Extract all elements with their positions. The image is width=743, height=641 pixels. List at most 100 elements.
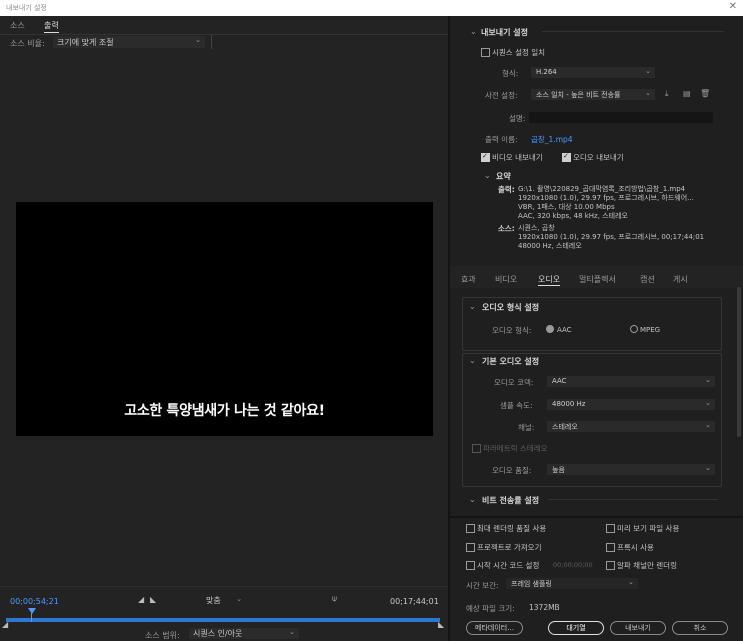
start-tc-value[interactable]: 00;00;00;00 bbox=[553, 561, 593, 569]
format-label: 형식: bbox=[502, 69, 519, 78]
chevron-down-icon: ⌄ bbox=[289, 628, 295, 636]
video-preview: 고소한 특양냄새가 나는 것 같아요! bbox=[16, 202, 433, 436]
save-preset-icon[interactable]: ⤓ bbox=[665, 89, 669, 99]
collapse-icon[interactable]: ⌄ bbox=[484, 171, 491, 180]
codec-value: AAC bbox=[552, 377, 567, 385]
preset-dropdown[interactable]: 소스 일치 - 높은 비트 전송률 ⌄ bbox=[531, 89, 655, 100]
metadata-button[interactable]: 메타데이터... bbox=[466, 621, 523, 635]
sample-rate-value: 48000 Hz bbox=[552, 400, 586, 408]
source-range-dropdown[interactable]: 시퀀스 인/아웃 ⌄ bbox=[189, 628, 299, 639]
collapse-icon[interactable]: ⌄ bbox=[469, 302, 476, 311]
export-button[interactable]: 내보내기 bbox=[610, 621, 666, 635]
quality-label: 오디오 품질: bbox=[492, 466, 532, 475]
match-sequence-checkbox[interactable] bbox=[481, 48, 490, 57]
tab-effects[interactable]: 효과 bbox=[461, 274, 476, 285]
export-video-checkbox[interactable] bbox=[481, 152, 490, 162]
start-tc-label: 시작 시간 코드 설정 bbox=[477, 561, 540, 570]
alpha-only-checkbox[interactable] bbox=[606, 561, 615, 570]
parametric-stereo-checkbox[interactable] bbox=[472, 444, 481, 453]
source-range-label: 소스 범위: bbox=[145, 631, 180, 640]
playhead-line bbox=[31, 613, 32, 622]
collapse-icon[interactable]: ⌄ bbox=[469, 356, 476, 365]
timeline-bar[interactable] bbox=[6, 618, 440, 622]
quality-value: 높음 bbox=[552, 466, 565, 474]
chevron-down-icon: ⌄ bbox=[195, 36, 201, 44]
radio-mpeg-label: MPEG bbox=[640, 326, 661, 334]
source-range-value: 시퀀스 인/아웃 bbox=[193, 629, 243, 638]
export-audio-label: 오디오 내보내기 bbox=[573, 153, 624, 162]
chevron-down-icon: ⌄ bbox=[705, 421, 711, 429]
close-icon[interactable]: ✕ bbox=[729, 1, 737, 12]
playhead[interactable] bbox=[28, 608, 36, 614]
delete-preset-icon[interactable]: 🗑 bbox=[700, 89, 710, 98]
out-point-icon[interactable]: ◣ bbox=[438, 620, 444, 629]
match-sequence-label: 시퀀스 설정 일치 bbox=[492, 48, 546, 57]
audio-format-label: 오디오 형식: bbox=[492, 326, 532, 335]
divider bbox=[548, 499, 718, 500]
chevron-down-icon: ⌄ bbox=[705, 464, 711, 472]
time-interp-dropdown[interactable]: 프레임 샘플링 ⌄ bbox=[506, 578, 638, 589]
collapse-icon[interactable]: ⌄ bbox=[469, 495, 476, 504]
sample-rate-label: 샘플 속도: bbox=[500, 401, 533, 410]
output-name-label: 출력 이름: bbox=[485, 135, 518, 144]
settings-scrollbar[interactable] bbox=[737, 287, 741, 437]
time-interp-value: 프레임 샘플링 bbox=[511, 580, 552, 588]
summary-source-label: 소스: bbox=[498, 224, 515, 233]
tab-source[interactable]: 소스 bbox=[10, 20, 25, 31]
import-preset-icon[interactable]: ▤ bbox=[683, 89, 691, 98]
comment-label: 설명: bbox=[509, 114, 526, 123]
in-point-icon[interactable]: ◢ bbox=[2, 620, 8, 629]
tab-video[interactable]: 비디오 bbox=[495, 274, 517, 285]
tab-multiplexer[interactable]: 멀티플렉서 bbox=[579, 274, 616, 285]
divider bbox=[450, 516, 743, 518]
file-size-label: 예상 파일 크기: bbox=[466, 604, 515, 613]
output-name-link[interactable]: 곱창_1.mp4 bbox=[531, 134, 573, 145]
format-value: H.264 bbox=[536, 68, 557, 76]
use-proxy-label: 프록시 사용 bbox=[617, 543, 654, 552]
mark-out-icon[interactable]: ◣ bbox=[150, 595, 156, 604]
radio-mpeg[interactable] bbox=[630, 325, 638, 333]
current-timecode[interactable]: 00;00;54;21 bbox=[10, 597, 59, 606]
source-scale-dropdown[interactable]: 크기에 맞게 조절 ⌄ bbox=[53, 36, 205, 48]
max-render-label: 최대 렌더링 품질 사용 bbox=[477, 524, 547, 533]
radio-aac[interactable] bbox=[546, 325, 554, 333]
divider bbox=[0, 586, 448, 587]
chevron-down-icon: ⌄ bbox=[645, 67, 651, 75]
collapse-icon[interactable]: ⌄ bbox=[470, 27, 477, 36]
title-bar: 내보내기 설정 ✕ bbox=[0, 0, 743, 16]
use-previews-checkbox[interactable] bbox=[606, 524, 615, 533]
mark-in-icon[interactable]: ◢ bbox=[138, 595, 144, 604]
start-tc-checkbox[interactable] bbox=[466, 561, 475, 570]
chevron-down-icon: ⌄ bbox=[705, 376, 711, 384]
tab-output[interactable]: 출력 bbox=[44, 20, 59, 33]
queue-button[interactable]: 대기열 bbox=[548, 621, 604, 635]
cancel-button[interactable]: 취소 bbox=[672, 621, 728, 635]
max-render-checkbox[interactable] bbox=[466, 524, 475, 533]
export-audio-checkbox[interactable] bbox=[562, 152, 571, 162]
import-project-label: 프로젝트로 가져오기 bbox=[477, 543, 542, 552]
time-interp-label: 시간 보간: bbox=[466, 581, 499, 590]
format-dropdown[interactable]: H.264 ⌄ bbox=[531, 67, 655, 78]
tab-publish[interactable]: 게시 bbox=[673, 274, 688, 285]
use-previews-label: 미리 보기 파일 사용 bbox=[617, 524, 680, 533]
source-scale-label: 소스 비율: bbox=[10, 39, 45, 48]
codec-dropdown[interactable]: AAC ⌄ bbox=[547, 376, 715, 387]
tab-captions[interactable]: 캡션 bbox=[640, 274, 655, 285]
window-title: 내보내기 설정 bbox=[6, 4, 47, 12]
quality-dropdown[interactable]: 높음 ⌄ bbox=[547, 464, 715, 475]
comment-input[interactable] bbox=[529, 112, 713, 123]
sample-rate-dropdown[interactable]: 48000 Hz ⌄ bbox=[547, 399, 715, 410]
use-proxy-checkbox[interactable] bbox=[606, 543, 615, 552]
import-project-checkbox[interactable] bbox=[466, 543, 475, 552]
aspect-correction-icon[interactable]: ⍦ bbox=[332, 594, 337, 604]
bitrate-title: 비트 전송률 설정 bbox=[482, 496, 540, 505]
radio-aac-label: AAC bbox=[557, 326, 572, 334]
channels-dropdown[interactable]: 스테레오 ⌄ bbox=[547, 421, 715, 432]
audio-format-title: 오디오 형식 설정 bbox=[482, 303, 540, 312]
export-video-label: 비디오 내보내기 bbox=[492, 153, 543, 162]
divider bbox=[0, 34, 448, 35]
tab-audio[interactable]: 오디오 bbox=[538, 274, 561, 286]
fit-dropdown[interactable]: 맞춤 ⌄ bbox=[204, 595, 246, 606]
preview-panel: 소스 출력 소스 비율: 크기에 맞게 조절 ⌄ 고소한 특양냄새가 나는 것 … bbox=[0, 16, 448, 641]
summary-source-line: 48000 Hz, 스테레오 bbox=[518, 242, 582, 250]
